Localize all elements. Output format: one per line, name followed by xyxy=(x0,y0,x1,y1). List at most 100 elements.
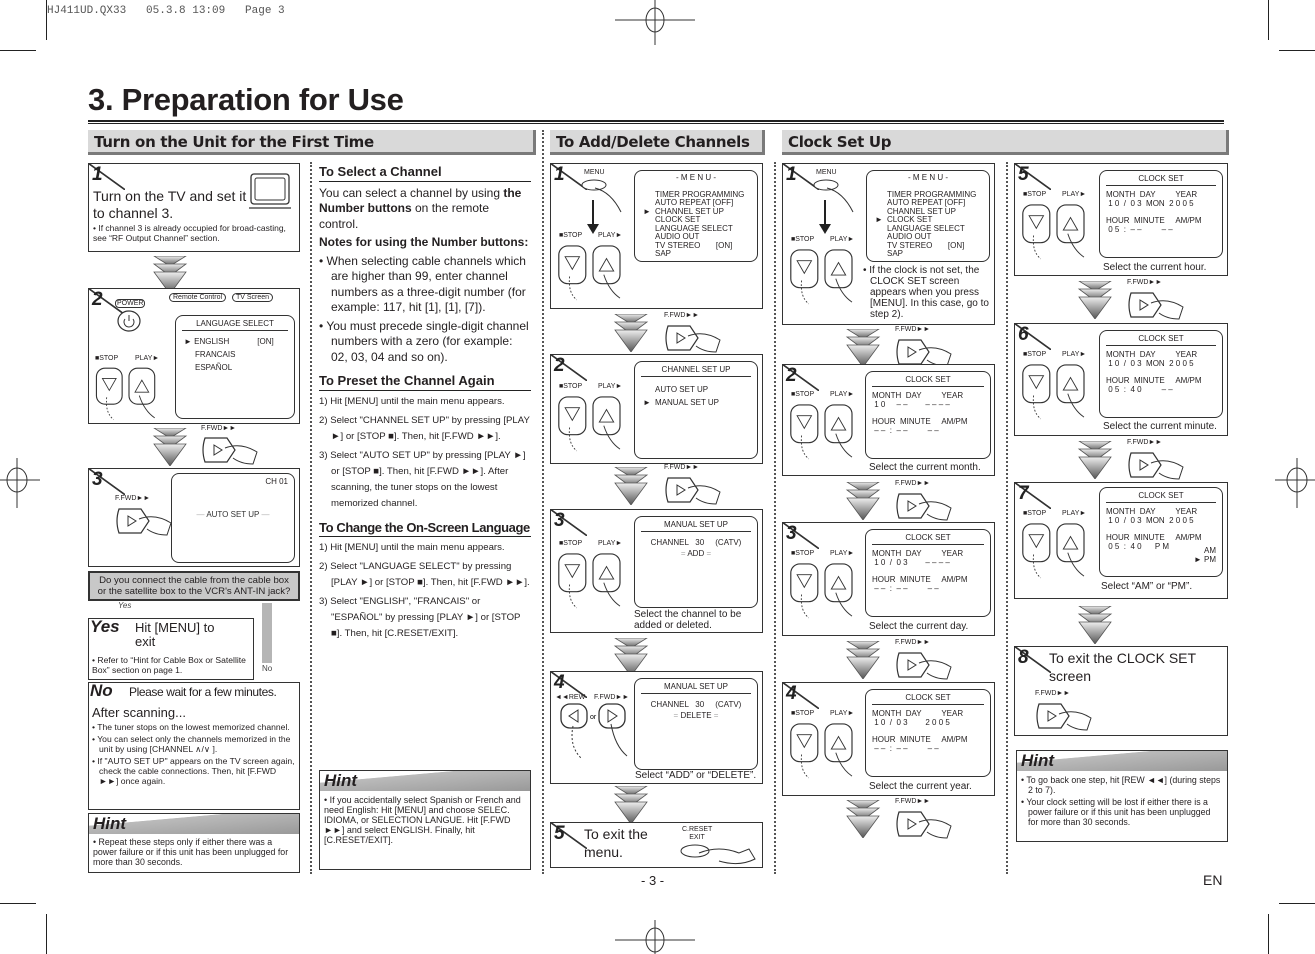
ffwd-label: F.FWD►► xyxy=(201,425,237,432)
ffwd-button-icon[interactable] xyxy=(895,808,955,840)
play-label: PLAY► xyxy=(598,232,623,239)
menu-item-selected: ► CLOCK SET xyxy=(875,215,933,224)
ffwd-button-icon[interactable] xyxy=(201,434,261,466)
arrow-down-icon xyxy=(1077,281,1113,319)
step-number: 3 xyxy=(786,523,797,544)
step-number: 2 xyxy=(92,289,103,310)
play-label: PLAY► xyxy=(1062,191,1087,198)
ffwd-label: F.FWD►► xyxy=(1127,279,1163,286)
creset-exit-label: C.RESET EXIT xyxy=(682,826,713,841)
step-number: 1 xyxy=(554,164,565,185)
registration-mark-icon xyxy=(1275,458,1315,508)
rew-label: ◄◄REW xyxy=(555,694,586,701)
stop-play-buttons-icon[interactable] xyxy=(789,718,861,782)
language-option-francais: FRANCAIS xyxy=(195,350,236,359)
language-option-english: ► ENGLISH [ON] xyxy=(184,337,274,346)
stop-play-buttons-icon[interactable] xyxy=(789,244,861,308)
ffwd-button-icon[interactable] xyxy=(895,490,955,522)
ffwd-button-icon[interactable] xyxy=(1035,700,1095,732)
ffwd-button-icon[interactable] xyxy=(1127,289,1187,321)
title-rule xyxy=(88,120,1224,124)
date-values: 1 0 / 0 3 MON 2 0 0 5 xyxy=(1106,516,1194,525)
stop-play-buttons-icon[interactable] xyxy=(557,548,629,612)
power-button-icon[interactable] xyxy=(117,309,147,339)
arrow-down-icon xyxy=(1077,606,1113,644)
screen-title: CLOCK SET xyxy=(1106,491,1216,503)
delete-flashing: = DELETE = xyxy=(673,711,719,720)
step-number: 6 xyxy=(1018,324,1029,345)
time-values: – – : – – – – xyxy=(872,426,939,435)
clock-step-7-card: 7 ■STOP PLAY► CLOCK SET MONTH DAY YEAR 1… xyxy=(1014,482,1228,599)
step-number: 2 xyxy=(554,355,565,376)
crop-mark xyxy=(46,914,47,954)
channel-readout: CHANNEL 30 (CATV) xyxy=(650,538,742,547)
stop-label: ■STOP xyxy=(1023,191,1047,198)
hint-heading: Hint xyxy=(89,814,299,834)
stop-play-buttons-icon[interactable] xyxy=(1021,359,1093,423)
play-label: PLAY► xyxy=(830,550,855,557)
play-label: PLAY► xyxy=(830,391,855,398)
no-instruction: Please wait for a few minutes. xyxy=(129,685,277,699)
hint-card-language: Hint • If you accidentally select Spanis… xyxy=(319,770,531,870)
step-8-text: To exit the CLOCK SET screen xyxy=(1049,650,1196,684)
step-caption: Select “AM” or “PM”. xyxy=(1101,581,1193,592)
clock-step-3-card: 3 ■STOP PLAY► CLOCK SET MONTH DAY YEAR 1… xyxy=(782,522,995,636)
column-separator xyxy=(542,130,544,874)
power-label: POWER xyxy=(115,299,146,308)
no-arrow-label: No xyxy=(262,664,273,673)
after-scanning-heading: After scanning... xyxy=(92,705,186,720)
step-number: 3 xyxy=(554,510,565,531)
menu-item: SAP xyxy=(887,249,904,258)
svg-text:or: or xyxy=(590,714,597,721)
tv-screen-auto-setup: CH 01 — AUTO SET UP — xyxy=(171,473,295,563)
stop-play-buttons-icon[interactable] xyxy=(1021,199,1093,263)
stop-play-buttons-icon[interactable] xyxy=(1021,518,1093,582)
registration-mark-icon xyxy=(615,920,695,954)
ffwd-button-icon[interactable] xyxy=(664,322,724,354)
ffwd-button-icon[interactable] xyxy=(895,649,955,681)
add-step-4-card: 4 ◄◄REW F.FWD►► or MANUAL SET UP CHANNEL… xyxy=(550,671,763,784)
ffwd-label: F.FWD►► xyxy=(895,639,931,646)
no-label: No xyxy=(90,681,113,700)
ffwd-button-icon[interactable] xyxy=(115,505,175,537)
ffwd-label: F.FWD►► xyxy=(1035,690,1071,697)
select-channel-heading: To Select a Channel xyxy=(319,164,531,182)
time-header: HOUR MINUTE AM/PM xyxy=(872,417,968,426)
step-number: 1 xyxy=(92,164,103,185)
tv-screen-bubble: TV Screen xyxy=(232,293,274,302)
stop-play-buttons-icon[interactable] xyxy=(789,558,861,622)
tv-screen-clock-set: CLOCK SET MONTH DAY YEAR 1 0 / 0 3 MON 2… xyxy=(1099,487,1223,577)
add-flashing: = ADD = xyxy=(680,549,712,558)
step-caption: Select the current year. xyxy=(869,781,972,792)
ffwd-button-icon[interactable] xyxy=(664,474,724,506)
list-item: 3) Select "ENGLISH", "FRANCAIS" or "ESPA… xyxy=(319,596,521,639)
list-item: 1) Hit [MENU] until the main menu appear… xyxy=(319,542,505,553)
stop-label: ■STOP xyxy=(791,391,815,398)
step-caption: Select the current day. xyxy=(869,621,969,632)
crop-mark xyxy=(1268,914,1269,954)
stop-play-buttons-icon[interactable] xyxy=(789,399,861,463)
stop-label: ■STOP xyxy=(559,383,583,390)
step-1-card: 1 Turn on the TV and set it to channel 3… xyxy=(88,163,300,252)
tv-screen-menu: - M E N U - TIMER PROGRAMMING AUTO REPEA… xyxy=(866,170,990,262)
preset-heading: To Preset the Channel Again xyxy=(319,373,531,391)
ffwd-label: F.FWD►► xyxy=(594,694,630,701)
stop-play-buttons-icon[interactable] xyxy=(557,391,629,455)
time-header: HOUR MINUTE AM/PM xyxy=(1106,216,1202,225)
time-values: – – : – – – – xyxy=(872,744,939,753)
rew-ffwd-buttons-icon[interactable]: or xyxy=(559,702,631,762)
step-caption: Select the channel to be added or delete… xyxy=(634,609,760,631)
tv-screen-menu: - M E N U - TIMER PROGRAMMING AUTO REPEA… xyxy=(634,170,758,262)
ampm-option-am: AM xyxy=(1204,546,1216,555)
stop-play-buttons-icon[interactable] xyxy=(557,240,629,304)
cable-box-question: Do you connect the cable from the cable … xyxy=(88,571,300,601)
page-number: - 3 - xyxy=(641,873,665,888)
list-item: • You must precede single-digit channel … xyxy=(319,318,529,364)
ffwd-button-icon[interactable] xyxy=(1127,449,1187,481)
creset-exit-button-icon[interactable] xyxy=(679,841,759,867)
screen-title: CHANNEL SET UP xyxy=(641,365,751,377)
stop-play-buttons-icon[interactable] xyxy=(93,363,165,423)
date-values: 1 0 / 0 3 – – – – xyxy=(872,558,950,567)
ffwd-label: F.FWD►► xyxy=(664,312,700,319)
clock-step-5-card: 5 ■STOP PLAY► CLOCK SET MONTH DAY YEAR 1… xyxy=(1014,163,1228,276)
